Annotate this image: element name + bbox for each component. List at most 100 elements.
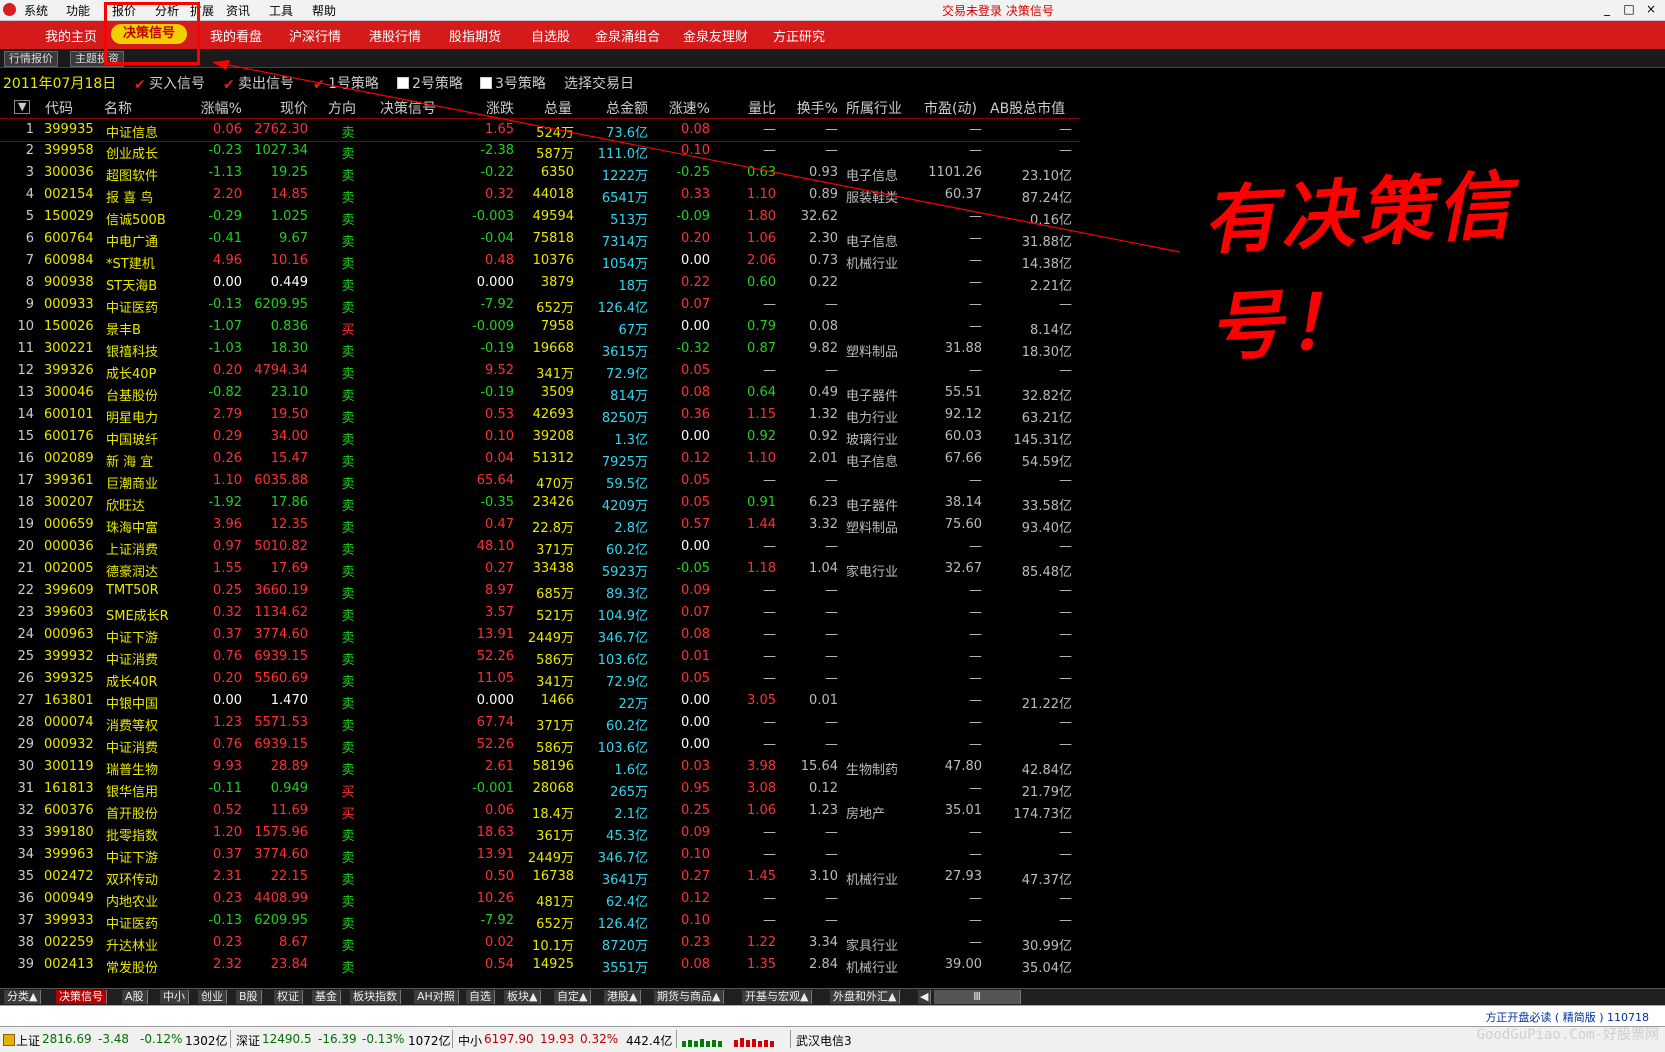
menu-system[interactable]: 系统 xyxy=(24,2,48,19)
table-row[interactable]: 30 300119 瑞普生物 9.93 28.89 卖 2.61 58196 1.6亿 0.03 3… xyxy=(0,756,1080,778)
btab-warrant[interactable]: 权证 xyxy=(274,990,303,1004)
table-row[interactable]: 5 150029 信诚500B -0.29 1.025 卖 -0.003 49594 513万 -… xyxy=(0,206,1080,228)
col-pe[interactable]: 市盈(动) xyxy=(924,98,977,118)
nav-my-watch[interactable]: 我的看盘 xyxy=(210,26,262,45)
table-row[interactable]: 35 002472 双环传动 2.31 22.15 卖 0.50 16738 3641万 0.27… xyxy=(0,866,1080,888)
btab-ah-compare[interactable]: AH对照 xyxy=(414,990,459,1004)
btab-fund[interactable]: 基金 xyxy=(312,990,341,1004)
nav-portfolio[interactable]: 金泉涌组合 xyxy=(595,26,660,45)
nav-hs-market[interactable]: 沪深行情 xyxy=(289,26,341,45)
col-industry[interactable]: 所属行业 xyxy=(846,98,902,118)
table-row[interactable]: 6 600764 中电广通 -0.41 9.67 卖 -0.04 75818 7314万 0.20… xyxy=(0,228,1080,250)
cell-pe: — xyxy=(969,693,982,708)
table-row[interactable]: 38 002259 升达林业 0.23 8.67 卖 0.02 10.1万 8720万 0.23 1… xyxy=(0,932,1080,954)
btab-category[interactable]: 分类▲ xyxy=(4,990,42,1004)
nav-finance[interactable]: 金泉友理财 xyxy=(683,26,748,45)
buy-signal-checkbox[interactable]: ✔ 买入信号 xyxy=(134,73,205,93)
table-row[interactable]: 27 163801 中银中国 0.00 1.470 卖 0.000 1466 22万 0.00 3.… xyxy=(0,690,1080,712)
col-speed[interactable]: 涨速% xyxy=(664,98,710,118)
btab-watchlist[interactable]: 自选 xyxy=(466,990,495,1004)
table-row[interactable]: 20 000036 上证消费 0.97 5010.82 卖 48.10 371万 60.2亿 0.… xyxy=(0,536,1080,558)
col-turnover[interactable]: 换手% xyxy=(788,98,838,118)
table-row[interactable]: 9 000933 中证医药 -0.13 6209.95 卖 -7.92 652万 126.4亿 0… xyxy=(0,294,1080,316)
menu-help[interactable]: 帮助 xyxy=(312,2,336,19)
btab-decision-signal[interactable]: 决策信号 xyxy=(56,990,107,1004)
table-row[interactable]: 10 150026 景丰B -1.07 0.836 买 -0.009 7958 67万 0.00 0… xyxy=(0,316,1080,338)
col-change[interactable]: 涨跌 xyxy=(470,98,514,118)
col-volume-ratio[interactable]: 量比 xyxy=(740,98,776,118)
col-decision-signal[interactable]: 决策信号 xyxy=(380,98,436,118)
col-price[interactable]: 现价 xyxy=(256,98,308,118)
table-row[interactable]: 37 399933 中证医药 -0.13 6209.95 卖 -7.92 652万 126.4亿… xyxy=(0,910,1080,932)
maximize-icon[interactable]: □ xyxy=(1620,2,1638,17)
menu-tools[interactable]: 工具 xyxy=(269,2,293,19)
minimize-icon[interactable]: _ xyxy=(1598,2,1616,17)
col-market-cap[interactable]: AB股总市值 xyxy=(990,98,1065,118)
strategy-1-checkbox[interactable]: ✔ 1号策略 xyxy=(313,73,379,93)
col-change-pct[interactable]: 涨幅% xyxy=(186,98,242,118)
table-row[interactable]: 2 399958 创业成长 -0.23 1027.34 卖 -2.38 587万 111.0亿 0… xyxy=(0,140,1080,162)
table-row[interactable]: 15 600176 中国玻纤 0.29 34.00 卖 0.10 39208 1.3亿 0.00 0… xyxy=(0,426,1080,448)
select-trade-day-button[interactable]: 选择交易日 xyxy=(564,73,634,93)
table-row[interactable]: 31 161813 银华信用 -0.11 0.949 买 -0.001 28068 265万 0.… xyxy=(0,778,1080,800)
table-row[interactable]: 28 000074 消费等权 1.23 5571.53 卖 67.74 371万 60.2亿 0.… xyxy=(0,712,1080,734)
btab-a-share[interactable]: A股 xyxy=(122,990,148,1004)
table-row[interactable]: 16 002089 新 海 宜 0.26 15.47 卖 0.04 51312 7925万 0.1… xyxy=(0,448,1080,470)
table-row[interactable]: 14 600101 明星电力 2.79 19.50 卖 0.53 42693 8250万 0.36… xyxy=(0,404,1080,426)
btab-custom[interactable]: 自定▲ xyxy=(554,990,592,1004)
table-row[interactable]: 19 000659 珠海中富 3.96 12.35 卖 0.47 22.8万 2.8亿 0.57 1… xyxy=(0,514,1080,536)
table-row[interactable]: 39 002413 常发股份 2.32 23.84 卖 0.54 14925 3551万 0.08… xyxy=(0,954,1080,976)
table-row[interactable]: 4 002154 报 喜 鸟 2.20 14.85 卖 0.32 44018 6541万 0.33… xyxy=(0,184,1080,206)
col-direction[interactable]: 方向 xyxy=(328,98,356,118)
table-row[interactable]: 32 600376 首开股份 0.52 11.69 买 0.06 18.4万 2.1亿 0.25 1… xyxy=(0,800,1080,822)
nav-hk-market[interactable]: 港股行情 xyxy=(369,26,421,45)
table-row[interactable]: 3 300036 超图软件 -1.13 19.25 卖 -0.22 6350 1222万 -0.2… xyxy=(0,162,1080,184)
table-row[interactable]: 36 000949 内地农业 0.23 4408.99 卖 10.26 481万 62.4亿 0.… xyxy=(0,888,1080,910)
nav-watchlist[interactable]: 自选股 xyxy=(531,26,570,45)
col-name[interactable]: 名称 xyxy=(104,98,132,118)
table-row[interactable]: 12 399326 成长40P 0.20 4794.34 卖 9.52 341万 72.9亿 0.… xyxy=(0,360,1080,382)
scroll-left-icon[interactable]: ◀ xyxy=(918,990,932,1004)
table-row[interactable]: 25 399932 中证消费 0.76 6939.15 卖 52.26 586万 103.6亿 0… xyxy=(0,646,1080,668)
btab-sector-index[interactable]: 板块指数 xyxy=(350,990,401,1004)
news-link[interactable]: 方正开盘必读 ( 精简版 ) 110718 xyxy=(1485,1009,1649,1025)
table-row[interactable]: 11 300221 银禧科技 -1.03 18.30 卖 -0.19 19668 3615万 -0… xyxy=(0,338,1080,360)
horizontal-scrollbar[interactable]: Ⅲ xyxy=(934,990,1021,1004)
col-code[interactable]: 代码 xyxy=(45,98,73,118)
table-row[interactable]: 23 399603 SME成长R 0.32 1134.62 卖 3.57 521万 104.9亿… xyxy=(0,602,1080,624)
sell-signal-checkbox[interactable]: ✔ 卖出信号 xyxy=(223,73,294,93)
sort-dropdown-icon[interactable]: ▼ xyxy=(14,100,31,114)
table-row[interactable]: 7 600984 *ST建机 4.96 10.16 卖 0.48 10376 1054万 0.00… xyxy=(0,250,1080,272)
table-row[interactable]: 17 399361 巨潮商业 1.10 6035.88 卖 65.64 470万 59.5亿 0.… xyxy=(0,470,1080,492)
col-volume[interactable]: 总量 xyxy=(530,98,572,118)
table-row[interactable]: 29 000932 中证消费 0.76 6939.15 卖 52.26 586万 103.6亿 0… xyxy=(0,734,1080,756)
menu-function[interactable]: 功能 xyxy=(66,2,90,19)
table-row[interactable]: 34 399963 中证下游 0.37 3774.60 卖 13.91 2449万 346.7亿… xyxy=(0,844,1080,866)
table-row[interactable]: 24 000963 中证下游 0.37 3774.60 卖 13.91 2449万 346.7亿… xyxy=(0,624,1080,646)
btab-sector[interactable]: 板块▲ xyxy=(504,990,542,1004)
col-amount[interactable]: 总金额 xyxy=(596,98,648,118)
close-icon[interactable]: × xyxy=(1642,2,1660,17)
btab-futures[interactable]: 期货与商品▲ xyxy=(654,990,725,1004)
nav-home[interactable]: 我的主页 xyxy=(45,26,97,45)
strategy-3-checkbox[interactable]: 3号策略 xyxy=(480,73,546,93)
btab-overseas-fx[interactable]: 外盘和外汇▲ xyxy=(830,990,901,1004)
btab-b-share[interactable]: B股 xyxy=(236,990,262,1004)
btab-gem[interactable]: 创业 xyxy=(198,990,227,1004)
table-row[interactable]: 21 002005 德豪润达 1.55 17.69 卖 0.27 33438 5923万 -0.0… xyxy=(0,558,1080,580)
table-row[interactable]: 26 399325 成长40R 0.20 5560.69 卖 11.05 341万 72.9亿 0… xyxy=(0,668,1080,690)
nav-index-futures[interactable]: 股指期货 xyxy=(449,26,501,45)
subtab-quotes[interactable]: 行情报价 xyxy=(4,51,58,67)
btab-sme[interactable]: 中小 xyxy=(160,990,189,1004)
table-row[interactable]: 1 399935 中证信息 0.06 2762.30 卖 1.65 524万 73.6亿 0.08… xyxy=(0,118,1080,142)
btab-hk[interactable]: 港股▲ xyxy=(604,990,642,1004)
nav-research[interactable]: 方正研究 xyxy=(773,26,825,45)
menu-info[interactable]: 资讯 xyxy=(226,2,250,19)
table-row[interactable]: 8 900938 ST天海B 0.00 0.449 卖 0.000 3879 18万 0.22 0.… xyxy=(0,272,1080,294)
table-row[interactable]: 18 300207 欣旺达 -1.92 17.86 卖 -0.35 23426 4209万 0.0… xyxy=(0,492,1080,514)
btab-funds-macro[interactable]: 开基与宏观▲ xyxy=(742,990,813,1004)
strategy-2-checkbox[interactable]: 2号策略 xyxy=(397,73,463,93)
table-row[interactable]: 13 300046 台基股份 -0.82 23.10 卖 -0.19 3509 814万 0.08… xyxy=(0,382,1080,404)
table-row[interactable]: 33 399180 批零指数 1.20 1575.96 卖 18.63 361万 45.3亿 0.… xyxy=(0,822,1080,844)
table-row[interactable]: 22 399609 TMT50R 0.25 3660.19 卖 8.97 685万 89.3亿 0… xyxy=(0,580,1080,602)
